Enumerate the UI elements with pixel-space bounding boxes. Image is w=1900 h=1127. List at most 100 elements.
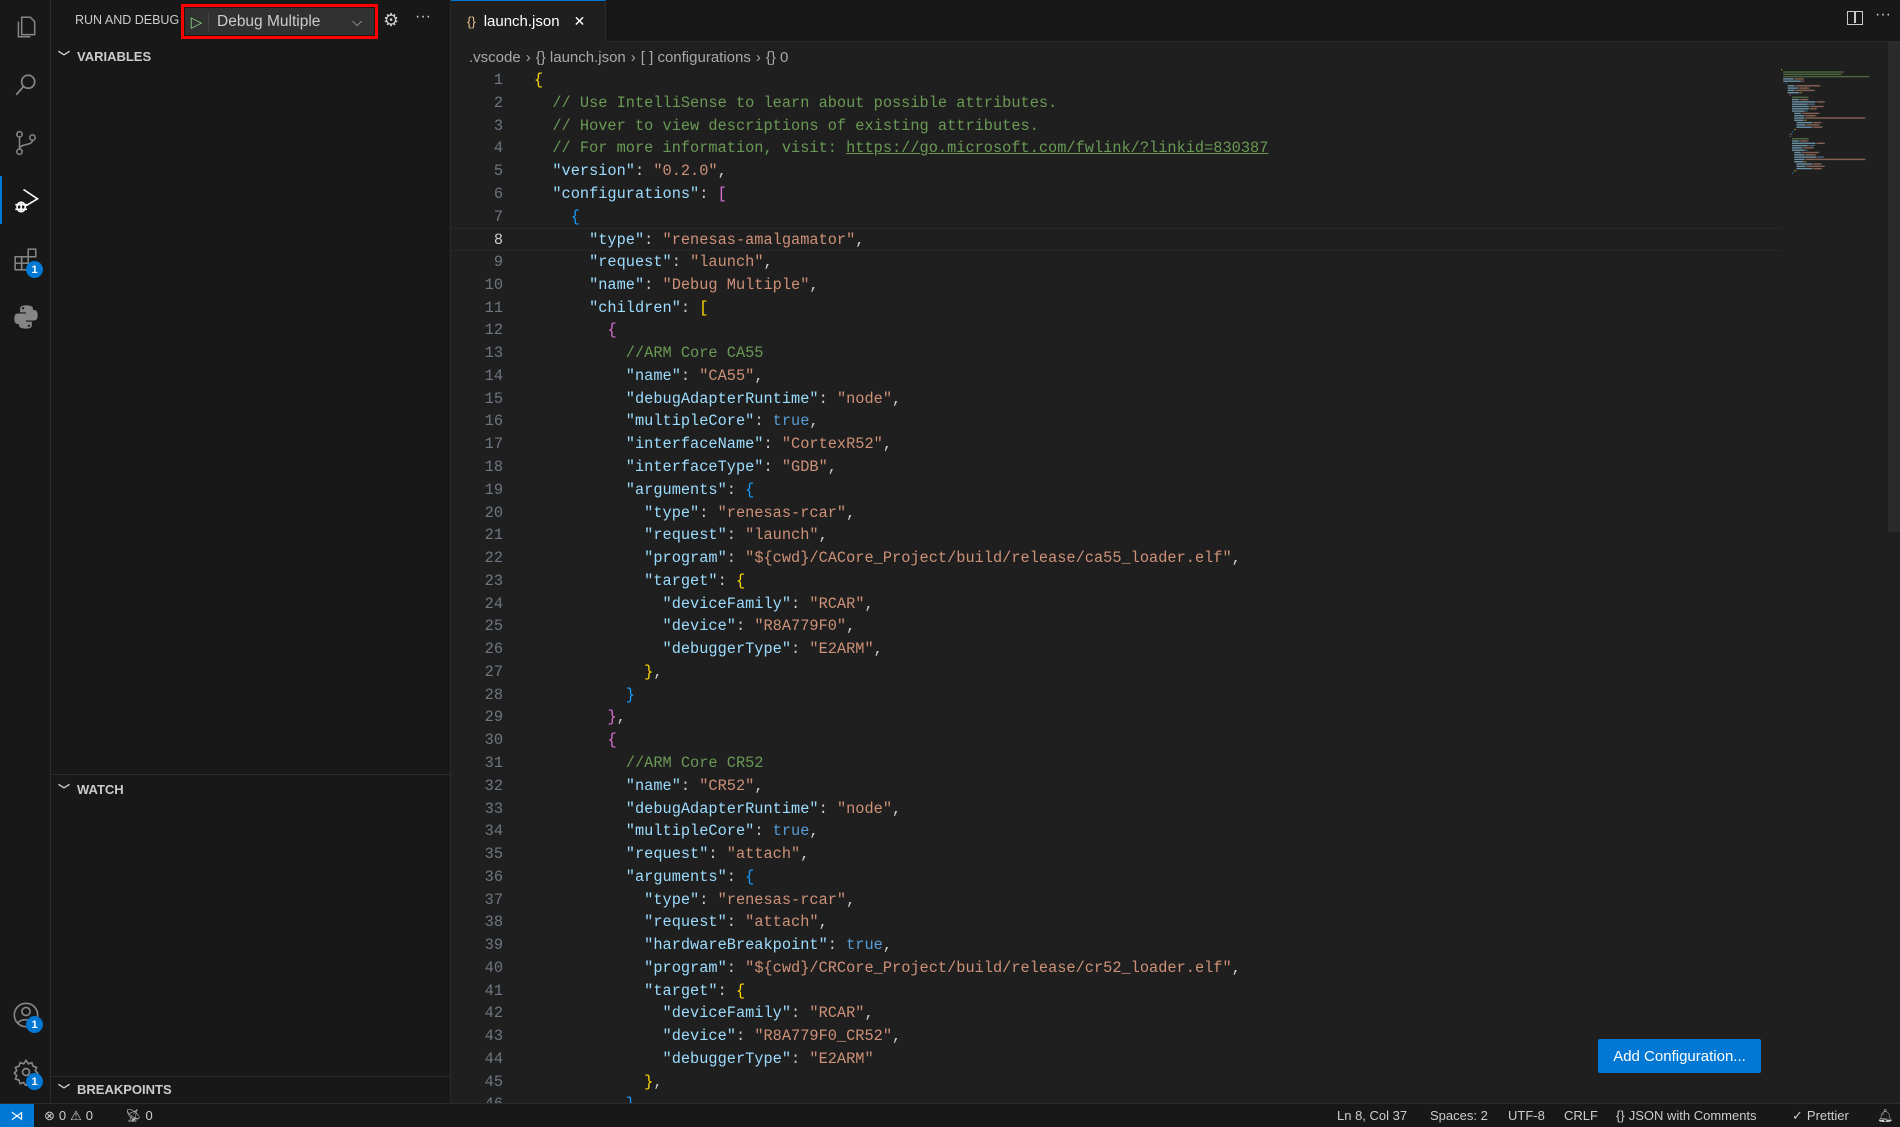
line-number[interactable]: 7 (451, 206, 503, 229)
code-line: 8 "type": "renesas-amalgamator", (451, 228, 1781, 252)
line-number[interactable]: 11 (451, 297, 503, 320)
line-number[interactable]: 24 (451, 593, 503, 616)
line-number[interactable]: 21 (451, 524, 503, 547)
line-number[interactable]: 27 (451, 661, 503, 684)
line-number[interactable]: 20 (451, 502, 503, 525)
search-icon[interactable] (0, 61, 51, 109)
more-actions-icon[interactable]: ··· (1875, 6, 1891, 24)
line-number[interactable]: 10 (451, 274, 503, 297)
line-number[interactable]: 28 (451, 684, 503, 707)
line-number[interactable]: 37 (451, 889, 503, 912)
manage-gear-icon[interactable]: 1 (0, 1048, 51, 1096)
line-number[interactable]: 8 (451, 229, 503, 252)
add-configuration-button[interactable]: Add Configuration... (1598, 1039, 1761, 1073)
line-number[interactable]: 41 (451, 980, 503, 1003)
extensions-icon[interactable]: 1 (0, 236, 51, 284)
line-number[interactable]: 42 (451, 1002, 503, 1025)
line-number[interactable]: 38 (451, 911, 503, 934)
scrollbar[interactable] (1888, 42, 1900, 532)
code-editor[interactable]: 1{2 // Use IntelliSense to learn about p… (451, 69, 1781, 1116)
run-debug-sidebar: RUN AND DEBUG ▷ Debug Multiple ⌵ ⚙ ··· ﹀… (51, 0, 451, 1103)
line-number[interactable]: 30 (451, 729, 503, 752)
code-line: 11 "children": [ (451, 297, 1781, 320)
more-actions-icon[interactable]: ··· (415, 8, 431, 26)
line-number[interactable]: 14 (451, 365, 503, 388)
code-token: "Debug Multiple" (662, 275, 810, 294)
link[interactable]: https://go.microsoft.com/fwlink/?linkid=… (846, 139, 1268, 157)
language-mode[interactable]: {} JSON with Comments (1616, 1104, 1757, 1127)
line-number[interactable]: 3 (451, 115, 503, 138)
line-number[interactable]: 12 (451, 319, 503, 342)
code-token: , (882, 936, 893, 955)
minimap-mark (1807, 124, 1819, 126)
line-number[interactable]: 40 (451, 957, 503, 980)
line-number[interactable]: 6 (451, 183, 503, 206)
minimap-mark (1818, 156, 1823, 158)
line-number[interactable]: 5 (451, 160, 503, 183)
breadcrumb-item[interactable]: [ ] configurations (641, 49, 751, 66)
line-number[interactable]: 2 (451, 92, 503, 115)
line-number[interactable]: 16 (451, 410, 503, 433)
line-number[interactable]: 29 (451, 706, 503, 729)
line-number[interactable]: 19 (451, 479, 503, 502)
minimap-mark (1810, 108, 1817, 110)
breadcrumb-item[interactable]: .vscode (469, 49, 521, 66)
line-number[interactable]: 34 (451, 820, 503, 843)
notifications-bell-icon[interactable]: 🔔︎ (1877, 1104, 1894, 1127)
problems-indicator[interactable]: ⊗ 0 ⚠ 0 (44, 1104, 93, 1127)
breakpoints-section-header[interactable]: ﹀ BREAKPOINTS (51, 1078, 450, 1100)
tab-label: launch.json (483, 13, 560, 30)
run-debug-icon[interactable] (0, 176, 51, 224)
line-number[interactable]: 1 (451, 69, 503, 92)
minimap-mark (1794, 154, 1805, 156)
code-token: , (653, 1072, 663, 1091)
line-number[interactable]: 4 (451, 137, 503, 160)
gear-icon[interactable]: ⚙ (383, 10, 399, 31)
minimap[interactable] (1781, 69, 1881, 174)
encoding[interactable]: UTF-8 (1508, 1104, 1545, 1127)
line-number[interactable]: 35 (451, 843, 503, 866)
remote-indicator-icon[interactable]: ⋊ (0, 1104, 34, 1127)
start-debugging-play-icon[interactable]: ▷ (185, 12, 209, 31)
line-number[interactable]: 9 (451, 251, 503, 274)
sidebar-title: RUN AND DEBUG (75, 13, 180, 27)
chevron-down-icon: ﹀ (57, 49, 70, 64)
code-token: "debuggerType" (662, 1049, 792, 1068)
watch-section-header[interactable]: ﹀ WATCH (51, 778, 450, 800)
line-ending[interactable]: CRLF (1564, 1104, 1598, 1127)
line-number[interactable]: 33 (451, 798, 503, 821)
line-number[interactable]: 45 (451, 1071, 503, 1094)
line-number[interactable]: 31 (451, 752, 503, 775)
accounts-icon[interactable]: 1 (0, 991, 51, 1039)
prettier-status[interactable]: ✓ Prettier (1792, 1104, 1849, 1127)
line-number[interactable]: 36 (451, 866, 503, 889)
split-editor-icon[interactable] (1847, 11, 1863, 25)
minimap-mark (1814, 163, 1821, 165)
python-icon[interactable] (0, 293, 51, 341)
ports-indicator[interactable]: 📡︎ 0 (125, 1104, 153, 1127)
breadcrumb-item[interactable]: {} launch.json (536, 49, 626, 66)
line-number[interactable]: 23 (451, 570, 503, 593)
breadcrumb-item[interactable]: {} 0 (766, 49, 789, 66)
line-number[interactable]: 39 (451, 934, 503, 957)
line-number[interactable]: 17 (451, 433, 503, 456)
cursor-position[interactable]: Ln 8, Col 37 (1337, 1104, 1407, 1127)
explorer-icon[interactable] (0, 3, 51, 51)
code-token: "multipleCore" (625, 822, 755, 841)
close-icon[interactable]: ✕ (574, 13, 586, 30)
line-number[interactable]: 15 (451, 388, 503, 411)
indentation[interactable]: Spaces: 2 (1430, 1104, 1488, 1127)
line-number[interactable]: 44 (451, 1048, 503, 1071)
source-control-icon[interactable] (0, 119, 51, 167)
line-number[interactable]: 13 (451, 342, 503, 365)
line-number[interactable]: 43 (451, 1025, 503, 1048)
line-number[interactable]: 25 (451, 615, 503, 638)
line-number[interactable]: 22 (451, 547, 503, 570)
debug-config-select[interactable]: ▷ Debug Multiple ⌵ (185, 8, 374, 35)
line-number[interactable]: 26 (451, 638, 503, 661)
line-number[interactable]: 32 (451, 775, 503, 798)
variables-section-header[interactable]: ﹀ VARIABLES (51, 45, 450, 67)
tab-launch-json[interactable]: {} launch.json ✕ (451, 0, 606, 42)
line-number[interactable]: 18 (451, 456, 503, 479)
